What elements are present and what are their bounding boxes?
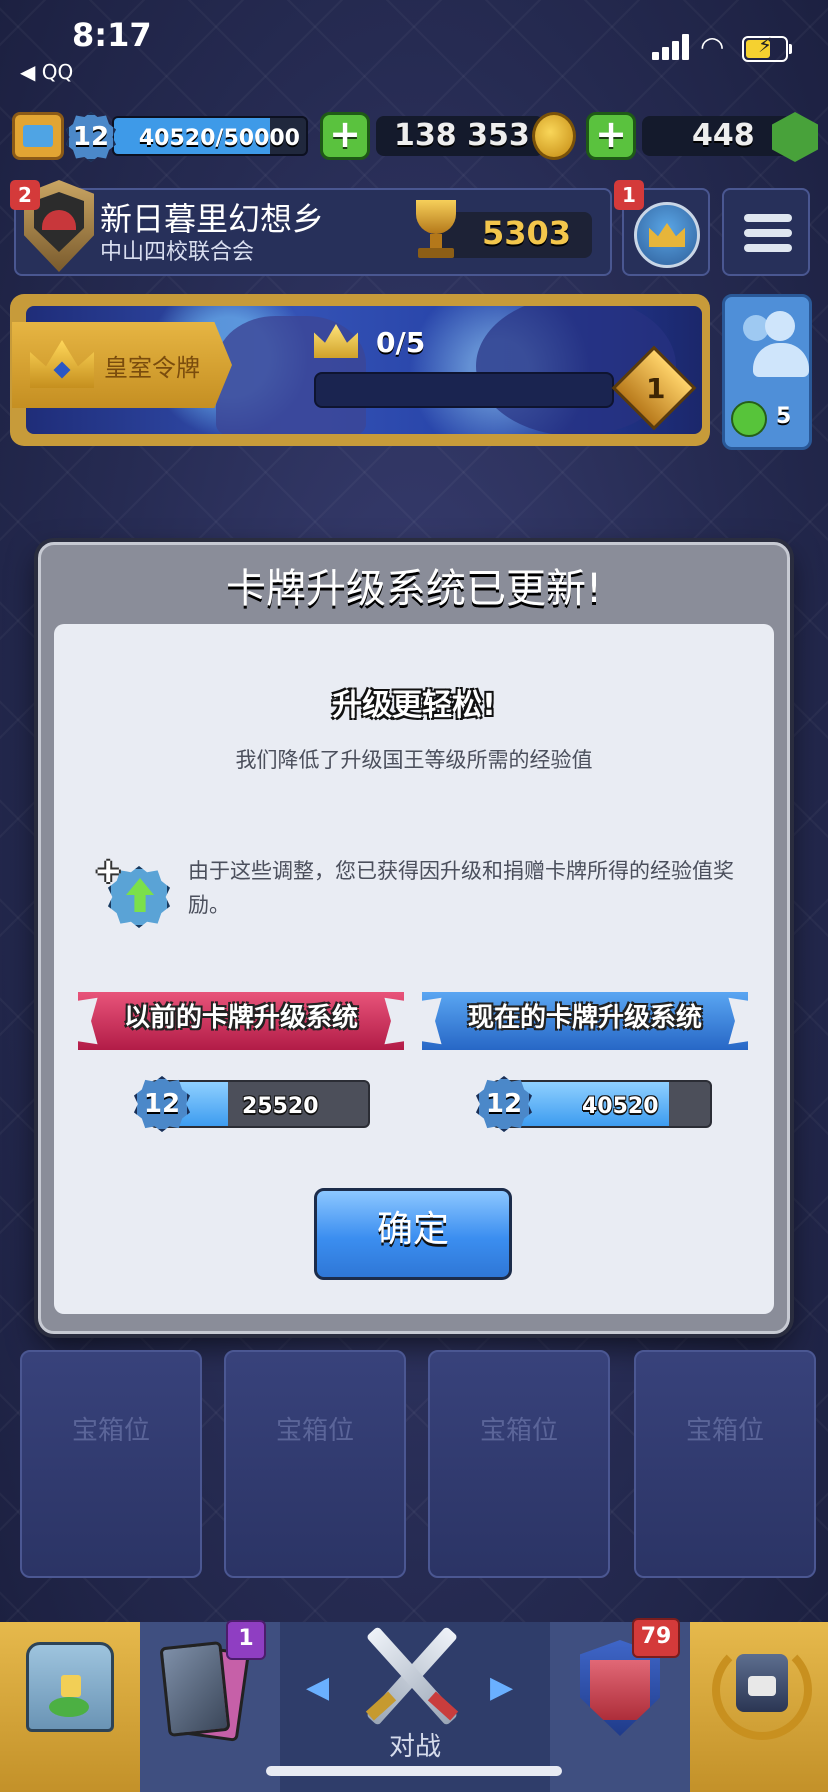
- pass-royale-label: 皇室令牌: [104, 354, 200, 382]
- bonus-explanation: 由于这些调整，您已获得因升级和捐赠卡牌所得的经验值奖励。: [188, 859, 734, 917]
- online-status-icon: [731, 401, 767, 437]
- king-tower-icon[interactable]: [12, 112, 64, 160]
- cards-notification-badge: 1: [226, 1620, 266, 1660]
- status-bar: 8:17 ◀ QQ ◠ ⚡: [0, 0, 828, 95]
- new-system-ribbon: 现在的卡牌升级系统: [422, 992, 748, 1050]
- old-system-ribbon: 以前的卡牌升级系统: [78, 992, 404, 1050]
- battery-icon: ⚡: [742, 33, 792, 62]
- dialog-title: 卡牌升级系统已更新!: [225, 566, 603, 612]
- profile-avatar-icon: [634, 202, 700, 268]
- dialog-description: 我们降低了升级国王等级所需的经验值: [235, 748, 593, 772]
- home-indicator[interactable]: [266, 1766, 562, 1776]
- chevron-right-icon[interactable]: ▶: [490, 1670, 513, 1705]
- shop-chest-icon: [26, 1642, 114, 1732]
- new-system-xp-value: 40520: [582, 1094, 659, 1119]
- chest-slot-label: 宝箱位: [685, 1416, 764, 1446]
- friends-button[interactable]: [722, 294, 812, 450]
- chest-slot-label: 宝箱位: [275, 1416, 354, 1446]
- friends-online-count: 5: [776, 404, 792, 429]
- chest-slot-label: 宝箱位: [71, 1416, 150, 1446]
- battle-tab-label: 对战: [388, 1732, 441, 1762]
- profile-notification-badge: 1: [614, 180, 644, 210]
- wifi-icon: ◠: [700, 30, 725, 63]
- clan-notification-badge: 79: [632, 1618, 680, 1658]
- old-system-xp-value: 25520: [242, 1094, 319, 1119]
- add-gems-button[interactable]: +: [586, 112, 636, 160]
- clan-notification-badge: 2: [10, 180, 40, 210]
- dialog-subheading: 升级更轻松!: [332, 688, 496, 723]
- experience-up-icon: +: [94, 854, 176, 934]
- experience-bar[interactable]: 40520/50000: [112, 116, 308, 156]
- events-laurel-icon: [712, 1632, 812, 1742]
- crown-progress-count: 0/5: [376, 326, 426, 359]
- trophy-count: 5303: [482, 214, 572, 252]
- chest-slot[interactable]: [224, 1350, 406, 1578]
- cellular-signal-icon: [652, 34, 690, 60]
- chest-slot[interactable]: [428, 1350, 610, 1578]
- friend-avatar-icon: [765, 311, 795, 341]
- crossed-swords-icon: [346, 1616, 476, 1736]
- back-to-app-link[interactable]: ◀ QQ: [20, 60, 73, 84]
- chest-slot[interactable]: [20, 1350, 202, 1578]
- gold-coin-icon: [532, 112, 576, 160]
- gems-amount: 448: [692, 118, 755, 153]
- gold-amount: 138 353: [394, 118, 530, 153]
- chest-slot-label: 宝箱位: [479, 1416, 558, 1446]
- trophy-icon: [408, 200, 464, 262]
- add-gold-button[interactable]: +: [320, 112, 370, 160]
- pass-tier-number: 1: [646, 372, 666, 405]
- experience-text: 40520/50000: [138, 126, 300, 151]
- crown-progress-bar: [314, 372, 614, 408]
- chevron-left-icon[interactable]: ◀: [306, 1670, 329, 1705]
- status-time: 8:17: [72, 16, 152, 54]
- clan-name: 中山四校联合会: [100, 240, 255, 265]
- chest-slot[interactable]: [634, 1350, 816, 1578]
- ok-button[interactable]: 确定: [314, 1188, 512, 1280]
- hamburger-menu-icon: [744, 214, 792, 259]
